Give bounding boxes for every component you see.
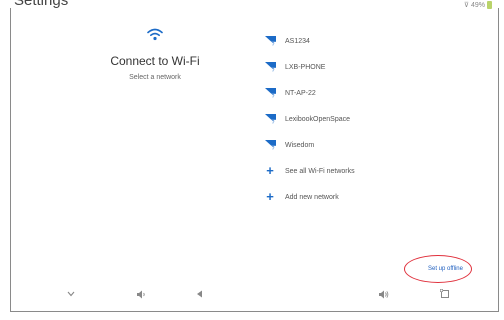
- set-up-offline-button[interactable]: Set up offline: [428, 266, 463, 272]
- add-network-label: Add new network: [285, 193, 339, 201]
- volume-up-icon[interactable]: [376, 288, 390, 300]
- see-all-networks-label: See all Wi-Fi networks: [285, 167, 355, 175]
- recents-icon[interactable]: [438, 288, 452, 300]
- network-item[interactable]: ? NT-AP-22: [264, 80, 444, 106]
- chevron-down-icon[interactable]: [64, 288, 78, 300]
- svg-text:?: ?: [271, 94, 274, 98]
- window-title-strip: Settings: [0, 0, 504, 8]
- battery-text: ⊽ 49%: [463, 2, 485, 9]
- wifi-signal-icon: ?: [264, 62, 276, 72]
- plus-icon: +: [266, 189, 274, 204]
- svg-text:?: ?: [271, 68, 274, 72]
- network-item[interactable]: ? LexibookOpenSpace: [264, 106, 444, 132]
- wifi-signal-icon: ?: [264, 114, 276, 124]
- network-name: NT-AP-22: [285, 89, 316, 97]
- volume-down-icon[interactable]: [134, 288, 148, 300]
- window-title: Settings: [14, 0, 68, 8]
- network-name: AS1234: [285, 37, 310, 45]
- network-item[interactable]: ? Wisedom: [264, 132, 444, 158]
- wifi-icon: [147, 28, 163, 41]
- wifi-signal-icon: ?: [264, 88, 276, 98]
- page-title: Connect to Wi-Fi: [110, 54, 200, 68]
- network-name: LXB-PHONE: [285, 63, 326, 71]
- page-subtitle: Select a network: [129, 74, 181, 81]
- network-name: LexibookOpenSpace: [285, 115, 350, 123]
- screenshot-page: Settings ⊽ 49% Connect to Wi-Fi Select a…: [0, 0, 504, 320]
- wifi-signal-icon: ?: [264, 140, 276, 150]
- svg-text:?: ?: [271, 120, 274, 124]
- network-item[interactable]: ? LXB-PHONE: [264, 54, 444, 80]
- wifi-signal-icon: ?: [264, 36, 276, 46]
- network-list: ? AS1234 ? LXB-PHONE ? NT-AP-22 ? Lexibo…: [264, 28, 444, 250]
- see-all-networks-item[interactable]: + See all Wi-Fi networks: [264, 158, 444, 184]
- battery-icon: [487, 1, 492, 9]
- svg-text:?: ?: [271, 42, 274, 46]
- svg-text:?: ?: [271, 146, 274, 150]
- status-bar: ⊽ 49%: [464, 1, 492, 9]
- network-name: Wisedom: [285, 141, 315, 149]
- back-icon[interactable]: [192, 288, 206, 300]
- plus-icon: +: [266, 163, 274, 178]
- wifi-intro-pane: Connect to Wi-Fi Select a network: [60, 28, 250, 81]
- add-network-item[interactable]: + Add new network: [264, 184, 444, 210]
- network-item[interactable]: ? AS1234: [264, 28, 444, 54]
